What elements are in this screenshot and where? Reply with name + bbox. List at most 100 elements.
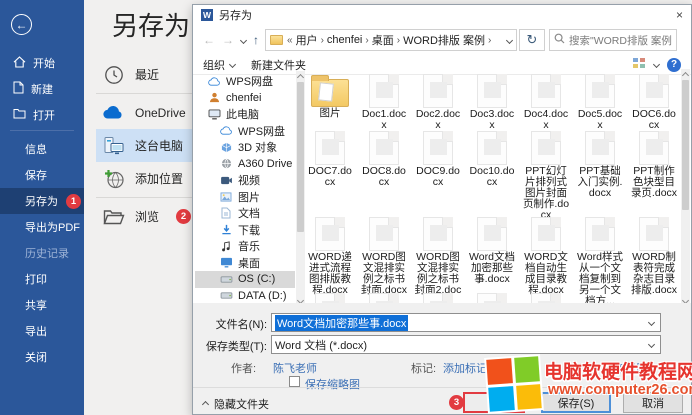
breadcrumb[interactable]: «用户›chenfei›桌面›WORD排版 案例› (265, 29, 517, 51)
sidebar-item-保存[interactable]: 保存 (0, 162, 84, 188)
folder-item[interactable]: 图片 (303, 73, 357, 131)
file-item[interactable]: DOC7.docx (303, 130, 357, 221)
tree-item-3D 对象[interactable]: 3D 对象 (195, 139, 295, 156)
docx-file-icon (477, 74, 507, 108)
save-thumbnail-checkbox[interactable] (289, 376, 300, 387)
sidebar-item-打开[interactable]: 打开 (0, 102, 84, 128)
sidebar-item-导出[interactable]: 导出 (0, 318, 84, 344)
breadcrumb-segment[interactable]: chenfei (327, 34, 362, 46)
file-item[interactable]: Doc4.docx (519, 73, 573, 131)
place-item-OneDrive[interactable]: OneDrive (96, 96, 196, 129)
file-item[interactable]: PPT制作色块型目录页.docx (627, 130, 681, 221)
sidebar-item-打印[interactable]: 打印 (0, 266, 84, 292)
file-item[interactable]: PPT基础入门实例.docx (573, 130, 627, 221)
save-button[interactable]: 保存(S) (541, 392, 611, 413)
tree-item-此电脑[interactable]: 此电脑 (195, 106, 295, 123)
back-nav-icon[interactable]: ← (203, 33, 215, 47)
file-item[interactable]: Doc1.docx (357, 73, 411, 131)
file-item[interactable] (519, 292, 573, 303)
search-box[interactable]: 搜索"WORD排版 案例" (549, 29, 677, 51)
file-item[interactable]: Doc10.docx (465, 130, 519, 221)
filename-chevron-icon[interactable] (648, 319, 655, 326)
view-chevron-icon[interactable] (653, 61, 660, 68)
savetype-select[interactable]: Word 文档 (*.docx) (271, 335, 661, 354)
sidebar-item-label: 新建 (31, 81, 53, 97)
sidebar-item-信息[interactable]: 信息 (0, 136, 84, 162)
tree-item-A360 Drive[interactable]: A360 Drive (195, 156, 295, 173)
sidebar-item-导出为PDF[interactable]: 导出为PDF (0, 214, 84, 240)
file-item[interactable]: Word文档加密那些事.docx (465, 216, 519, 303)
scroll-up-icon[interactable] (681, 72, 688, 79)
file-item[interactable]: WORD递进式流程图排版教程.docx (303, 216, 357, 303)
file-item[interactable]: DOC9.docx (411, 130, 465, 221)
file-item[interactable]: Doc2.docx (411, 73, 465, 131)
tree-item-音乐[interactable]: 音乐 (195, 238, 295, 255)
breadcrumb-chevron-icon[interactable] (506, 36, 513, 43)
file-item[interactable]: Word样式从一个文档复制到另一个文档方... (573, 216, 627, 303)
place-item-添加位置[interactable]: 添加位置 (96, 162, 196, 195)
place-item-最近[interactable]: 最近 (96, 58, 196, 91)
breadcrumb-segment[interactable]: WORD排版 案例 (403, 32, 485, 48)
file-list-scrollbar[interactable] (681, 69, 690, 307)
file-item[interactable]: WORD图文混排实例之标书封面.docx (357, 216, 411, 303)
file-item[interactable]: WORD图文混排实例之标书封面2.docx (411, 216, 465, 303)
filename-input[interactable]: Word文档加密那些事.docx (271, 313, 661, 332)
sidebar-item-新建[interactable]: 新建 (0, 76, 84, 102)
tree-item-下载[interactable]: 下载 (195, 222, 295, 239)
close-icon[interactable]: × (676, 8, 683, 22)
organize-button[interactable]: 组织 (203, 57, 235, 73)
doc-title-label: 标题: (571, 360, 596, 376)
file-row: WORD递进式流程图排版教程.docxWORD图文混排实例之标书封面.docxW… (303, 216, 681, 292)
tree-item-图片[interactable]: 图片 (195, 189, 295, 206)
refresh-button[interactable]: ↻ (519, 29, 545, 51)
tree-item-DATA (D:)[interactable]: DATA (D:) (195, 288, 295, 305)
file-name: 图片 (317, 107, 344, 119)
up-folder-icon[interactable]: ↑ (253, 33, 259, 47)
savetype-chevron-icon[interactable] (648, 341, 655, 348)
breadcrumb-separator-icon: › (397, 35, 400, 46)
author-value[interactable]: 陈飞老师 (273, 360, 317, 376)
sidebar-item-关闭[interactable]: 关闭 (0, 344, 84, 370)
file-item[interactable]: Doc5.docx (573, 73, 627, 131)
file-item[interactable]: DOC6.docx (627, 73, 681, 131)
tree-item-桌面[interactable]: 桌面 (195, 255, 295, 272)
sidebar-item-开始[interactable]: 开始 (0, 50, 84, 76)
tree-item-WPS网盘[interactable]: WPS网盘 (195, 123, 295, 140)
tags-label: 标记: (411, 360, 436, 376)
file-name: DOC9.docx (411, 165, 465, 188)
screen: ← 开始新建打开 信息保存另存为1导出为PDF历史记录打印共享导出关闭 另存为 … (0, 0, 692, 415)
tools-dropdown-button[interactable] (463, 392, 525, 413)
hide-folders-button[interactable]: 隐藏文件夹 (203, 396, 269, 412)
file-item[interactable]: Doc3.docx (465, 73, 519, 131)
sidebar-item-历史记录[interactable]: 历史记录 (0, 240, 84, 266)
tree-item-文档[interactable]: 文档 (195, 205, 295, 222)
file-item[interactable] (357, 292, 411, 303)
hide-folders-label: 隐藏文件夹 (214, 396, 269, 412)
tree-item-chenfei[interactable]: chenfei (195, 90, 295, 107)
breadcrumb-segment[interactable]: 桌面 (372, 32, 394, 48)
file-item[interactable] (465, 292, 519, 303)
doc-title-value[interactable]: 添加标题 (603, 360, 647, 376)
cancel-button[interactable]: 取消 (623, 392, 683, 413)
place-item-浏览[interactable]: 浏览2 (96, 200, 196, 233)
sidebar-item-另存为[interactable]: 另存为1 (0, 188, 84, 214)
scrollbar-thumb[interactable] (682, 80, 689, 210)
forward-nav-icon[interactable]: → (222, 33, 234, 47)
breadcrumb-segment[interactable]: 用户 (296, 32, 318, 48)
tree-item-WPS网盘[interactable]: WPS网盘 (195, 73, 295, 90)
tree-item-label: 文档 (238, 205, 260, 221)
file-item[interactable] (411, 292, 465, 303)
sidebar-item-共享[interactable]: 共享 (0, 292, 84, 318)
file-item[interactable]: WORD制表符完成杂志目录排版.docx (627, 216, 681, 303)
back-arrow-icon[interactable]: ← (11, 14, 32, 35)
file-item[interactable]: WORD文档自动生成目录教程.docx (519, 216, 573, 303)
tree-item-OS (C:)[interactable]: OS (C:) (195, 271, 295, 288)
file-item[interactable]: PPT幻灯片排列式图片封面页制作.docx (519, 130, 573, 221)
picture-icon (219, 192, 233, 202)
tree-item-视频[interactable]: 视频 (195, 172, 295, 189)
file-item[interactable]: DOC8.docx (357, 130, 411, 221)
nav-history-chevron-icon[interactable] (240, 36, 247, 43)
place-item-这台电脑[interactable]: 这台电脑 (96, 129, 196, 162)
file-item[interactable] (303, 292, 357, 303)
tags-value[interactable]: 添加标记 (443, 360, 487, 376)
